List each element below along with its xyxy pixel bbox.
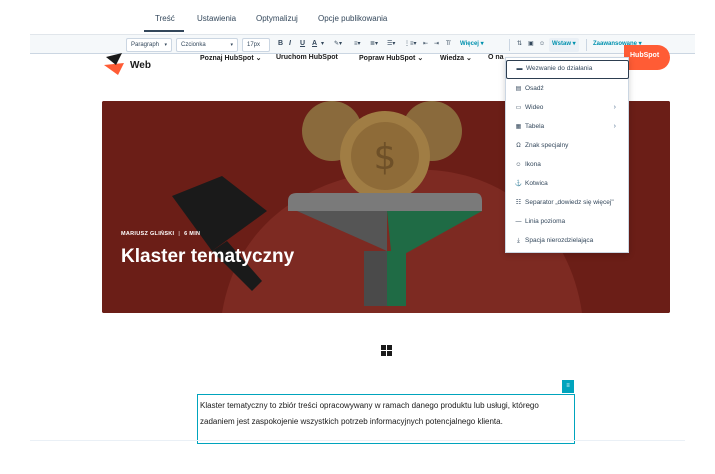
read-time: 6 MIN bbox=[184, 231, 201, 237]
post-meta: MARIUSZ GLIŃSKI | 6 MIN bbox=[121, 231, 200, 237]
text-color-button[interactable]: A bbox=[312, 38, 317, 52]
chevron-right-icon: › bbox=[613, 104, 616, 111]
table-icon: ▦ bbox=[515, 124, 522, 130]
video-icon: ▭ bbox=[515, 105, 522, 111]
tab-optymalizuj[interactable]: Optymalizuj bbox=[256, 14, 298, 23]
font-size-value: 17px bbox=[247, 42, 261, 48]
menu-item-video[interactable]: ▭ Wideo › bbox=[506, 98, 628, 117]
chevron-down-icon: ▾ bbox=[230, 42, 233, 48]
text-module-icon[interactable]: ≡ bbox=[562, 380, 574, 393]
paragraph-style-select[interactable]: Paragraph ▾ bbox=[126, 38, 172, 52]
menu-item-label: Osadź bbox=[525, 85, 544, 92]
menu-item-cta[interactable]: ▬ Wezwanie do działania bbox=[506, 60, 629, 79]
cta-icon: ▬ bbox=[516, 66, 523, 72]
page-bottom-divider bbox=[30, 440, 685, 441]
clear-format-icon[interactable]: T̸ bbox=[446, 38, 450, 52]
paragraph-style-value: Paragraph bbox=[131, 42, 160, 48]
bullet-list-icon[interactable]: ☰▾ bbox=[387, 38, 395, 52]
nav-item-poznaj[interactable]: Poznaj HubSpot ⌄ bbox=[200, 54, 261, 62]
hubspot-logo-icon bbox=[104, 53, 124, 75]
menu-item-table[interactable]: ▦ Tabela › bbox=[506, 117, 628, 136]
insert-label: Wstaw bbox=[552, 41, 572, 47]
toolbar-divider bbox=[586, 39, 587, 51]
menu-item-nbsp[interactable]: ⤓ Spacja nierozdzielająca bbox=[506, 231, 628, 250]
menu-item-label: Spacja nierozdzielająca bbox=[525, 237, 594, 244]
menu-item-anchor[interactable]: ⚓ Kotwica bbox=[506, 174, 628, 193]
tab-tresc[interactable]: Treść bbox=[155, 14, 175, 23]
menu-item-separator[interactable]: ☷ Separator „dowiedz się więcej" bbox=[506, 193, 628, 212]
tab-opcje-publikowania[interactable]: Opcje publikowania bbox=[318, 14, 387, 23]
bold-button[interactable]: B bbox=[278, 38, 283, 52]
nbsp-icon: ⤓ bbox=[517, 238, 520, 244]
more-button[interactable]: Więcej ▾ bbox=[460, 38, 484, 52]
font-value: Czcionka bbox=[181, 42, 206, 48]
module-grid-icon[interactable] bbox=[381, 345, 392, 356]
outdent-icon[interactable]: ⇤ bbox=[423, 38, 428, 52]
chevron-right-icon: › bbox=[613, 123, 616, 130]
numbered-list-icon[interactable]: ⋮≡▾ bbox=[404, 38, 417, 52]
more-label: Więcej bbox=[460, 41, 479, 47]
link-icon[interactable]: ⇅ bbox=[517, 38, 522, 52]
anchor-icon: ⚓ bbox=[514, 181, 523, 187]
post-title: Klaster tematyczny bbox=[121, 246, 295, 267]
hubspot-cta-button[interactable]: HubSpot bbox=[624, 45, 670, 70]
italic-button[interactable]: I bbox=[289, 38, 291, 52]
emoji-icon[interactable]: ☺ bbox=[539, 38, 545, 52]
author-name: MARIUSZ GLIŃSKI bbox=[121, 231, 175, 237]
insert-dropdown-menu: ▬ Wezwanie do działania ▤ Osadź ▭ Wideo › ▦ T… bbox=[505, 57, 629, 253]
horizontal-line-icon: — bbox=[515, 219, 522, 225]
font-select[interactable]: Czcionka ▾ bbox=[176, 38, 238, 52]
menu-item-special-char[interactable]: Ω Znak specjalny bbox=[506, 136, 628, 155]
menu-item-label: Ikona bbox=[525, 161, 541, 168]
image-icon[interactable]: ▣ bbox=[528, 38, 534, 52]
nav-label: Poznaj HubSpot bbox=[200, 55, 254, 62]
menu-item-embed[interactable]: ▤ Osadź bbox=[506, 79, 628, 98]
omega-icon: Ω bbox=[516, 143, 521, 149]
nav-label: O na bbox=[488, 54, 504, 61]
active-tab-indicator bbox=[144, 30, 184, 32]
insert-button[interactable]: Wstaw ▾ bbox=[549, 38, 579, 52]
nav-item-uruchom[interactable]: Uruchom HubSpot bbox=[276, 54, 338, 61]
svg-text:$: $ bbox=[374, 137, 397, 178]
menu-item-label: Wezwanie do działania bbox=[526, 65, 593, 72]
menu-item-icon[interactable]: ☺ Ikona bbox=[506, 155, 628, 174]
editor-tabs: Treść Ustawienia Optymalizuj Opcje publi… bbox=[0, 0, 715, 34]
separator-icon: ☷ bbox=[515, 200, 522, 206]
font-size-select[interactable]: 17px▾ bbox=[242, 38, 270, 60]
menu-item-label: Wideo bbox=[525, 104, 544, 111]
menu-item-label: Separator „dowiedz się więcej" bbox=[525, 199, 614, 206]
menu-item-label: Znak specjalny bbox=[525, 142, 569, 149]
chevron-down-icon: ▾ bbox=[164, 42, 167, 48]
align-icon[interactable]: ≡▾ bbox=[354, 38, 361, 52]
chevron-down-icon[interactable]: ▾ bbox=[321, 38, 324, 52]
paragraph-text-block[interactable]: Klaster tematyczny to zbiór treści oprac… bbox=[197, 394, 575, 444]
logo-text: Web bbox=[130, 60, 151, 71]
underline-button[interactable]: U bbox=[300, 38, 305, 52]
toolbar-divider bbox=[509, 39, 510, 51]
tab-ustawienia[interactable]: Ustawienia bbox=[197, 14, 236, 23]
rich-text-toolbar: Paragraph▾ Czcionka▾ 17px▾ B I U A ▾ ✎▾ … bbox=[30, 34, 695, 60]
menu-item-label: Kotwica bbox=[525, 180, 548, 187]
nav-item-wiedza[interactable]: Wiedza ⌄ bbox=[440, 54, 472, 62]
nav-item-popraw[interactable]: Popraw HubSpot ⌄ bbox=[359, 54, 423, 62]
nav-item-o-nas[interactable]: O na bbox=[488, 54, 504, 61]
menu-item-label: Linia pozioma bbox=[525, 218, 566, 225]
nav-label: Wiedza bbox=[440, 55, 465, 62]
highlight-icon[interactable]: ✎▾ bbox=[334, 38, 342, 52]
smiley-icon: ☺ bbox=[515, 162, 522, 168]
meta-separator: | bbox=[178, 231, 181, 237]
nav-label: Popraw HubSpot bbox=[359, 55, 416, 62]
menu-item-horizontal-line[interactable]: — Linia pozioma bbox=[506, 212, 628, 231]
line-height-icon[interactable]: ≣▾ bbox=[370, 38, 378, 52]
embed-icon: ▤ bbox=[515, 86, 522, 92]
indent-icon[interactable]: ⇥ bbox=[434, 38, 439, 52]
nav-label: Uruchom HubSpot bbox=[276, 54, 338, 61]
menu-item-label: Tabela bbox=[525, 123, 545, 130]
